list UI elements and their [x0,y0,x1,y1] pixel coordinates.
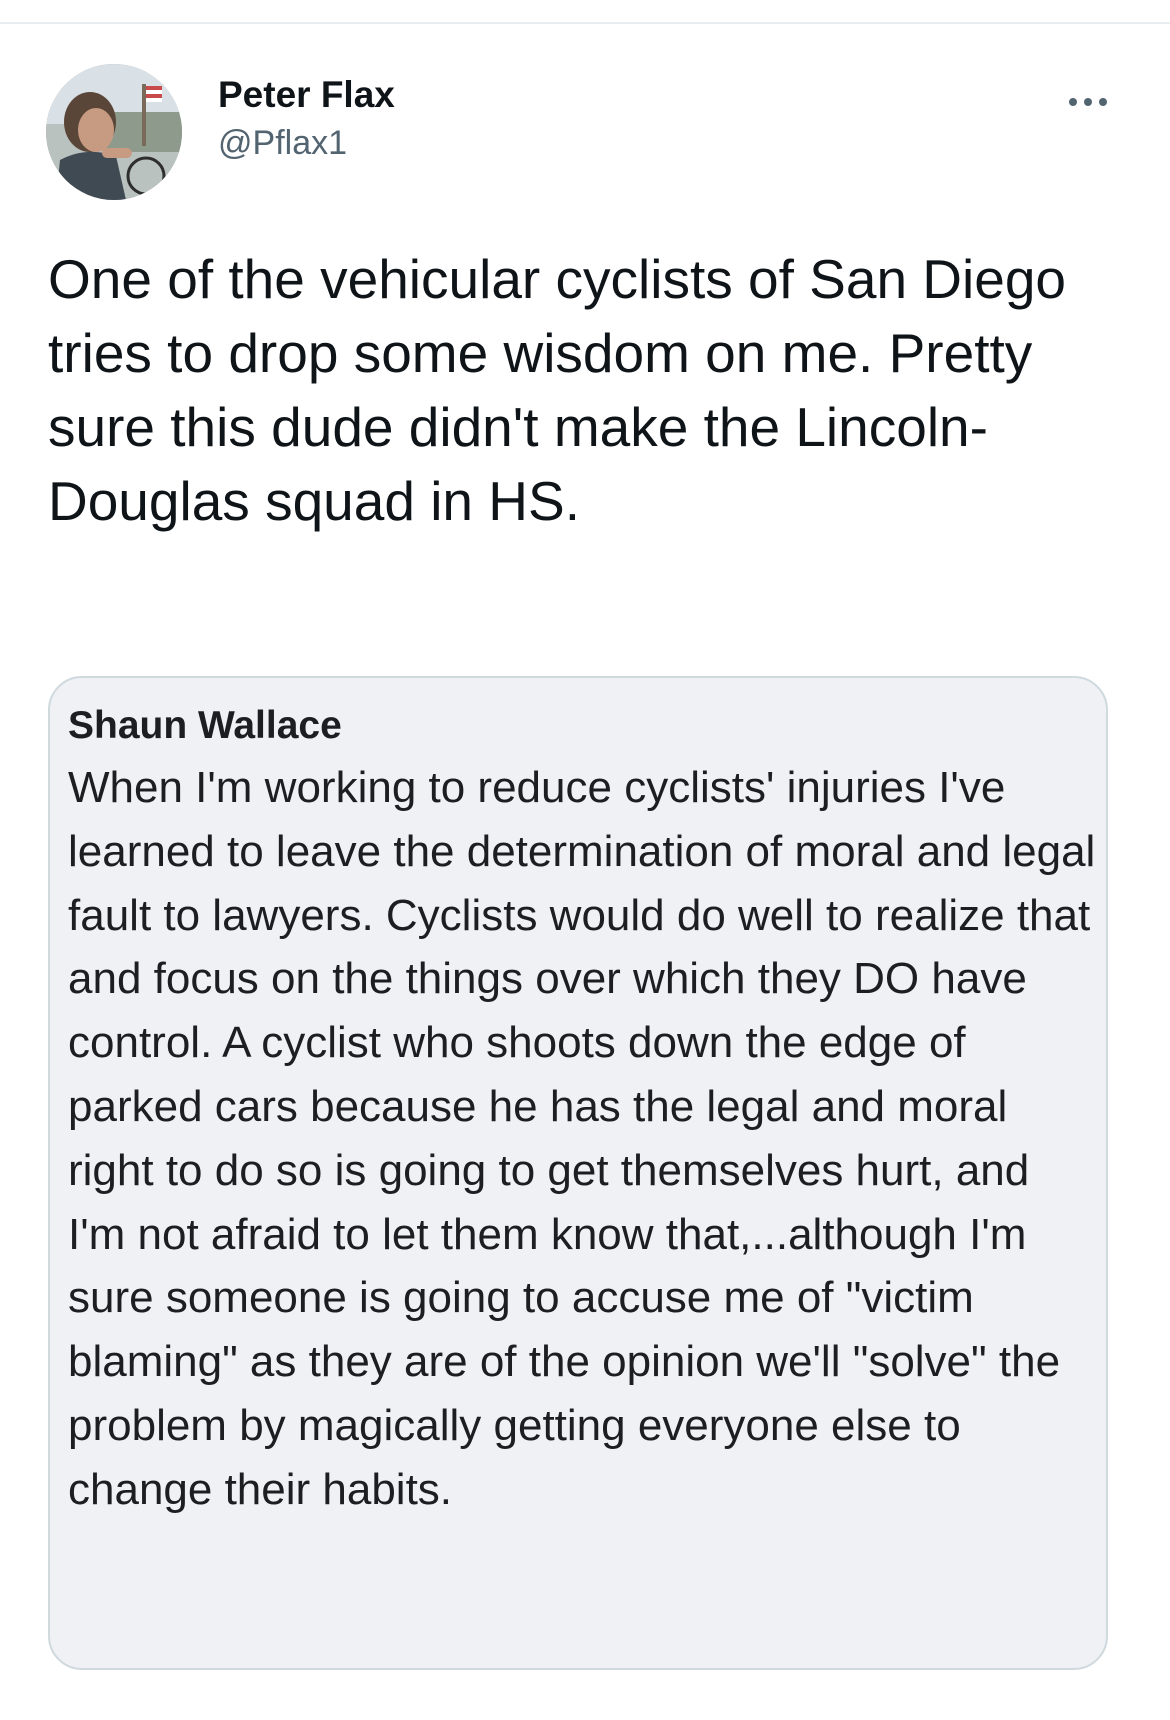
profile-photo-icon [46,64,182,200]
author-handle[interactable]: @Pflax1 [218,124,347,163]
quoted-tweet-card[interactable]: Shaun Wallace When I'm working to reduce… [48,676,1108,1670]
author-name[interactable]: Peter Flax [218,74,395,116]
tweet-text: One of the vehicular cyclists of San Die… [48,248,1067,532]
more-dot [1084,98,1092,106]
more-dot [1069,98,1077,106]
quoted-author-name: Shaun Wallace [68,704,342,747]
quoted-tweet-text: When I'm working to reduce cyclists' inj… [68,763,1096,1514]
more-options-icon[interactable] [1060,88,1116,116]
tweet: Peter Flax @Pflax1 One of the vehicular … [0,24,1170,1720]
more-dot [1099,98,1107,106]
avatar[interactable] [46,64,182,200]
